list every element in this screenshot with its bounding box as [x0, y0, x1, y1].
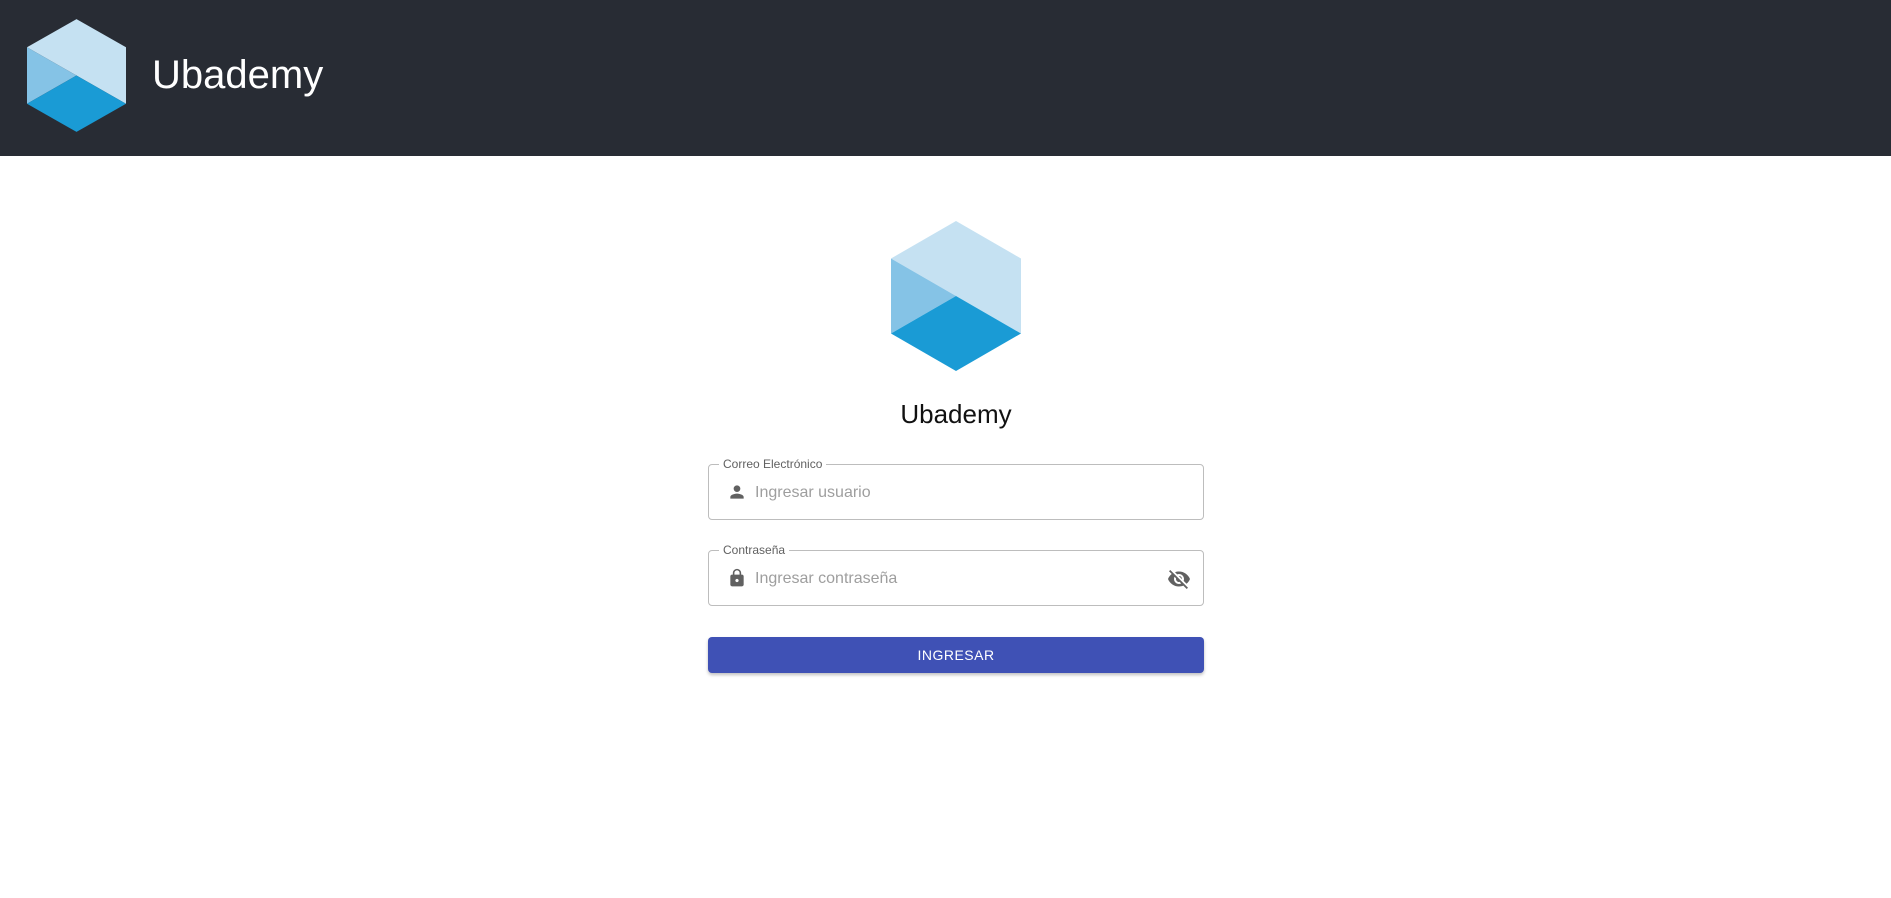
app-title: Ubademy [152, 53, 324, 97]
visibility-off-icon[interactable] [1167, 567, 1191, 591]
lock-icon [730, 568, 744, 587]
password-input[interactable] [753, 559, 1157, 599]
password-field-label: Contraseña [719, 542, 790, 558]
email-input[interactable] [753, 473, 1157, 513]
email-field-label: Correo Electrónico [719, 456, 827, 472]
login-title: Ubademy [900, 399, 1012, 429]
hexagon-cube-logo-icon [891, 221, 1021, 371]
email-field: Correo Electrónico [708, 456, 1204, 520]
app-bar: Ubademy [0, 0, 1891, 156]
password-field: Contraseña [708, 542, 1204, 606]
hexagon-cube-logo-icon [27, 19, 126, 132]
person-icon [730, 485, 744, 499]
login-button[interactable]: INGRESAR [708, 637, 1204, 673]
